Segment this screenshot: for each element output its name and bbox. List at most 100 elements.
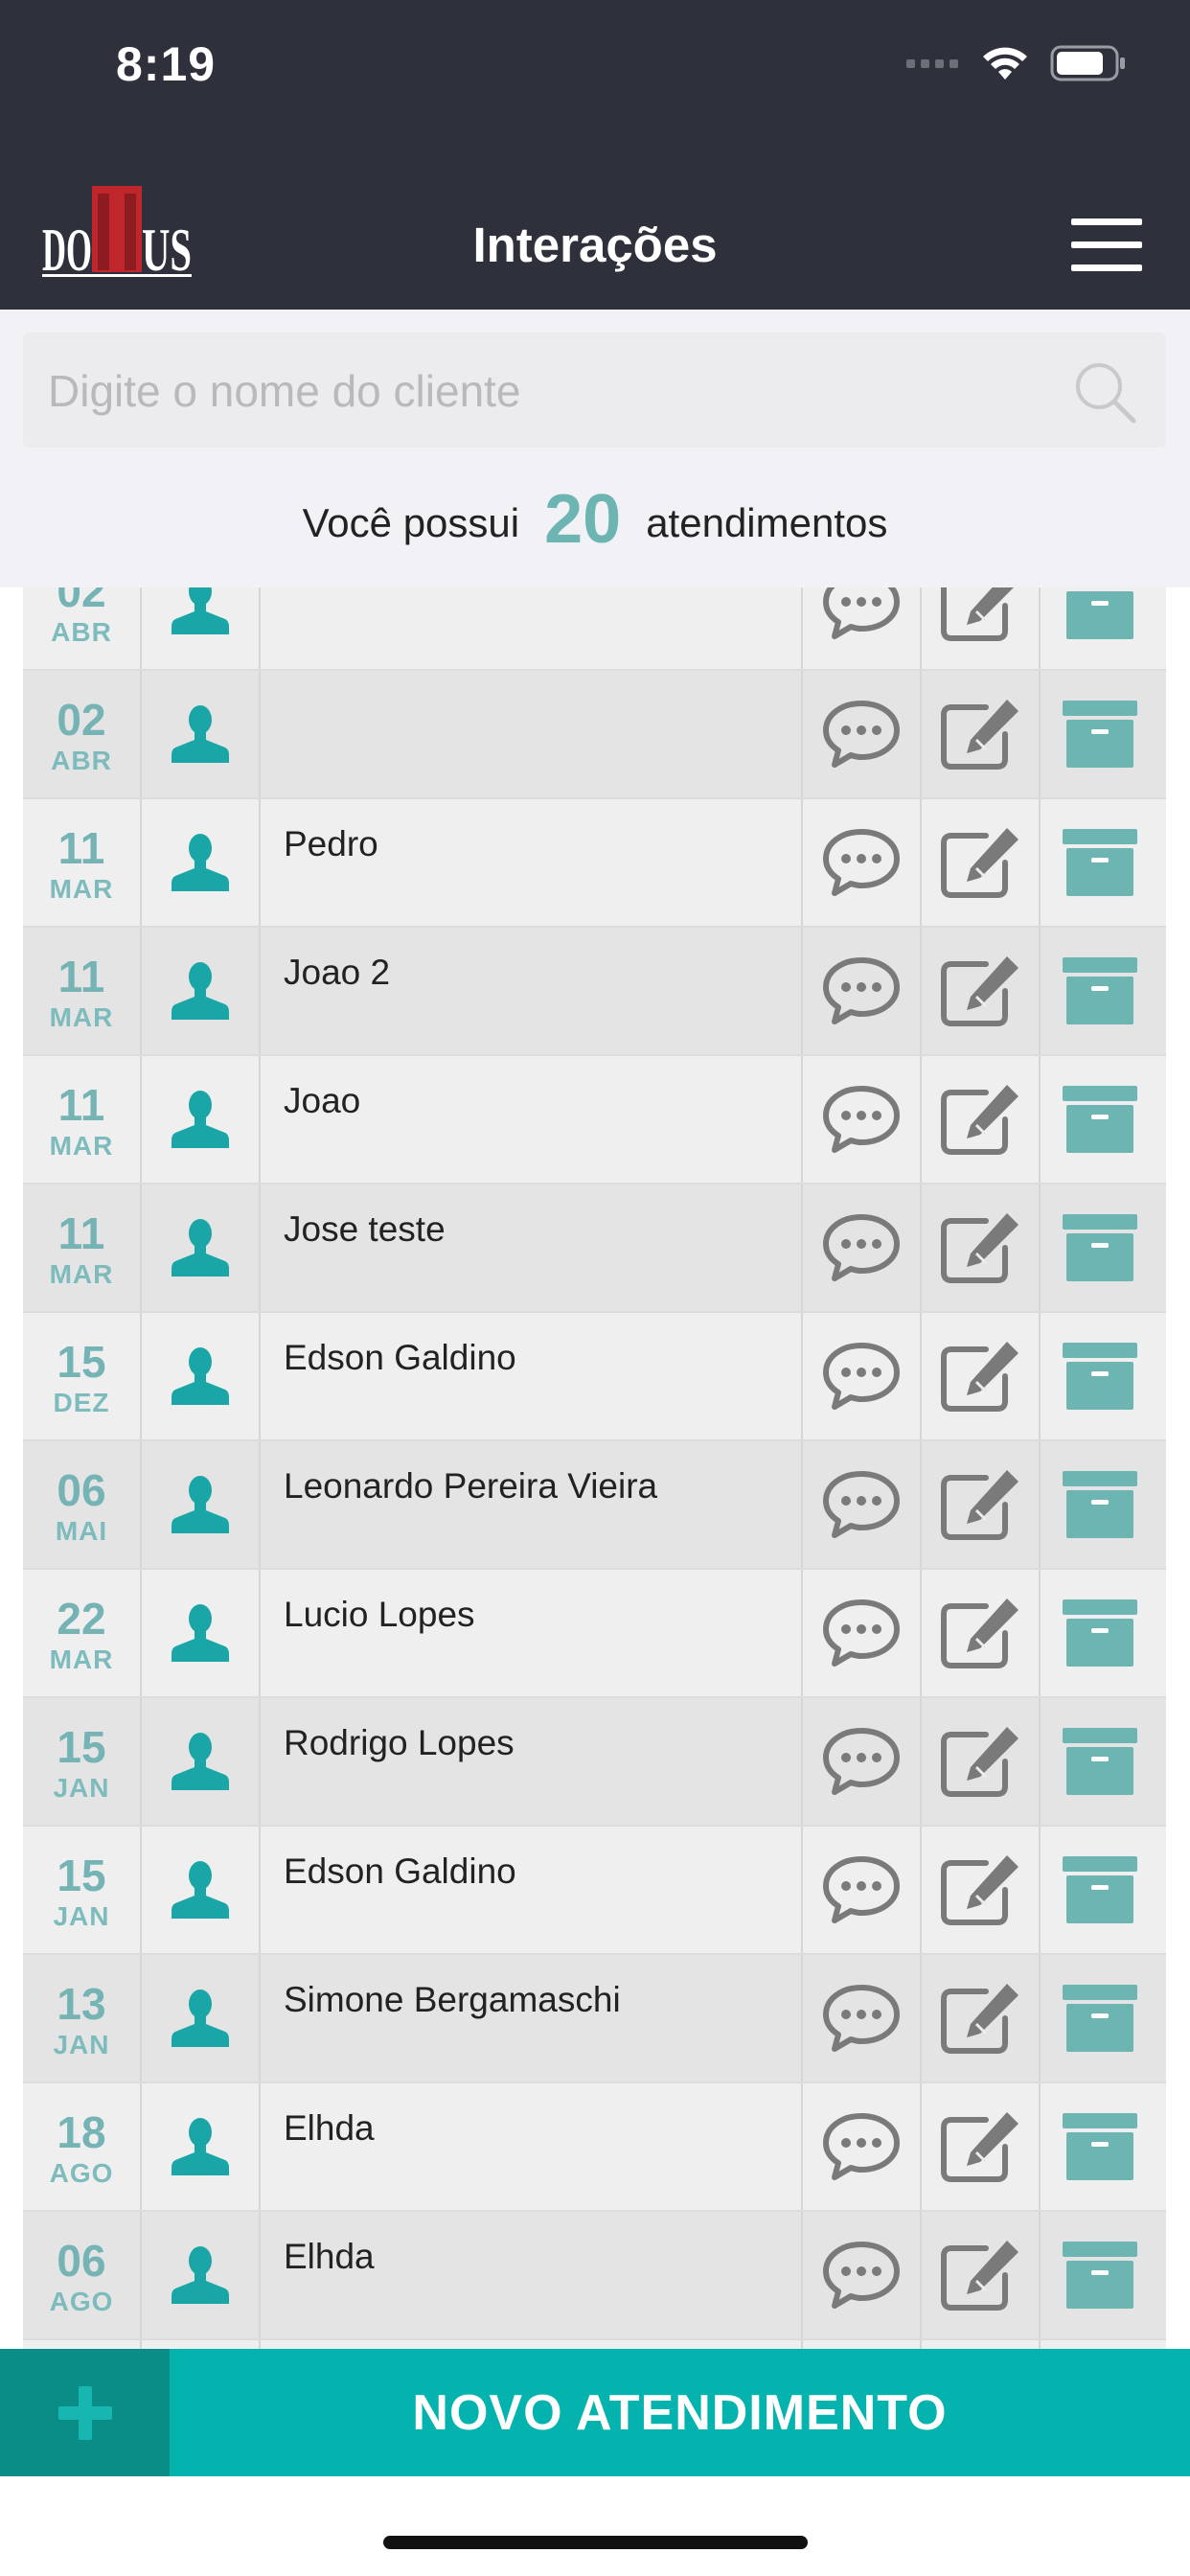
date-day: 11 — [57, 1080, 105, 1130]
edit-button[interactable] — [922, 1441, 1041, 1568]
list-item[interactable]: 11 MAR Joao 2 — [23, 928, 1166, 1056]
date-day: 15 — [57, 1337, 106, 1387]
edit-button[interactable] — [922, 1056, 1041, 1183]
client-name: Rodrigo Lopes — [284, 1723, 515, 1762]
list-item[interactable]: 15 DEZ Edson Galdino — [23, 1313, 1166, 1441]
archive-box-icon — [1063, 701, 1137, 768]
archive-button[interactable] — [1041, 1313, 1159, 1439]
appointments-count: 20 — [544, 481, 622, 558]
archive-button[interactable] — [1041, 1184, 1159, 1311]
list-item[interactable]: 13 JAN Simone Bergamaschi — [23, 1955, 1166, 2083]
chat-button[interactable] — [803, 1056, 922, 1183]
avatar-cell — [142, 928, 261, 1054]
add-button[interactable] — [0, 2349, 170, 2476]
chat-button[interactable] — [803, 1184, 922, 1311]
archive-button[interactable] — [1041, 1441, 1159, 1568]
appointments-list[interactable]: 02 ABR 02 ABR 11 MAR Pedro 11 MAR Joao 2… — [23, 587, 1166, 2349]
archive-button[interactable] — [1041, 1056, 1159, 1183]
chat-button[interactable] — [803, 799, 922, 926]
client-name-cell — [261, 2340, 803, 2349]
edit-button[interactable] — [922, 1698, 1041, 1825]
archive-button[interactable] — [1041, 2340, 1159, 2349]
date-month: MAR — [49, 1644, 114, 1674]
archive-button[interactable] — [1041, 1827, 1159, 1953]
archive-button[interactable] — [1041, 2083, 1159, 2210]
edit-button[interactable] — [922, 2083, 1041, 2210]
appointments-summary: Você possui 20 atendimentos — [0, 480, 1190, 559]
wifi-icon — [983, 47, 1027, 80]
list-item[interactable]: 11 MAR Joao — [23, 1056, 1166, 1184]
chat-button[interactable] — [803, 1570, 922, 1696]
chat-button[interactable] — [803, 1827, 922, 1953]
user-icon — [172, 1091, 229, 1148]
chat-button[interactable] — [803, 587, 922, 669]
chat-button[interactable] — [803, 928, 922, 1054]
archive-button[interactable] — [1041, 799, 1159, 926]
date-cell: 15 JAN — [23, 1698, 142, 1825]
chat-button[interactable] — [803, 671, 922, 797]
archive-button[interactable] — [1041, 1570, 1159, 1696]
chat-button[interactable] — [803, 1441, 922, 1568]
client-name: Joao — [284, 1081, 361, 1120]
edit-button[interactable] — [922, 799, 1041, 926]
date-cell: 02 ABR — [23, 587, 142, 669]
edit-button[interactable] — [922, 1827, 1041, 1953]
chat-bubble-icon — [823, 957, 900, 1024]
chat-button[interactable] — [803, 2212, 922, 2338]
list-item[interactable]: 06 MAI Leonardo Pereira Vieira — [23, 1441, 1166, 1570]
date-cell: 22 MAR — [23, 1570, 142, 1696]
archive-button[interactable] — [1041, 2212, 1159, 2338]
edit-button[interactable] — [922, 587, 1041, 669]
archive-box-icon — [1063, 2242, 1137, 2309]
list-item[interactable]: 02 ABR — [23, 671, 1166, 799]
client-name-cell — [261, 587, 803, 669]
edit-button[interactable] — [922, 1955, 1041, 2082]
edit-icon — [941, 1855, 1018, 1925]
chat-button[interactable] — [803, 2340, 922, 2349]
archive-button[interactable] — [1041, 1955, 1159, 2082]
list-item[interactable]: 02 ABR — [23, 587, 1166, 671]
edit-button[interactable] — [922, 671, 1041, 797]
edit-icon — [941, 1727, 1018, 1797]
search-icon[interactable] — [1070, 357, 1139, 426]
list-item[interactable]: 06 AGO Elhda — [23, 2212, 1166, 2340]
edit-button[interactable] — [922, 928, 1041, 1054]
list-item[interactable]: 11 MAR Jose teste — [23, 1184, 1166, 1313]
archive-box-icon — [1063, 1086, 1137, 1153]
edit-button[interactable] — [922, 1570, 1041, 1696]
user-icon — [172, 1604, 229, 1662]
chat-button[interactable] — [803, 2083, 922, 2210]
edit-button[interactable] — [922, 1184, 1041, 1311]
archive-button[interactable] — [1041, 1698, 1159, 1825]
edit-icon — [941, 956, 1018, 1026]
edit-icon — [941, 1085, 1018, 1155]
chat-button[interactable] — [803, 1698, 922, 1825]
edit-icon — [941, 1984, 1018, 2054]
edit-button[interactable] — [922, 2340, 1041, 2349]
date-cell — [23, 2340, 142, 2349]
list-item[interactable]: 22 MAR Lucio Lopes — [23, 1570, 1166, 1698]
user-icon — [172, 962, 229, 1020]
date-cell: 06 MAI — [23, 1441, 142, 1568]
user-icon — [172, 2246, 229, 2304]
list-item[interactable] — [23, 2340, 1166, 2349]
user-icon — [172, 834, 229, 891]
battery-icon — [1050, 45, 1125, 81]
edit-button[interactable] — [922, 1313, 1041, 1439]
list-item[interactable]: 11 MAR Pedro — [23, 799, 1166, 928]
chat-button[interactable] — [803, 1313, 922, 1439]
archive-button[interactable] — [1041, 671, 1159, 797]
hamburger-menu-button[interactable] — [1071, 218, 1142, 272]
list-item[interactable]: 15 JAN Rodrigo Lopes — [23, 1698, 1166, 1827]
edit-button[interactable] — [922, 2212, 1041, 2338]
chat-button[interactable] — [803, 1955, 922, 2082]
edit-icon — [941, 1213, 1018, 1283]
archive-button[interactable] — [1041, 928, 1159, 1054]
new-appointment-button[interactable]: NOVO ATENDIMENTO — [170, 2349, 1190, 2476]
list-item[interactable]: 15 JAN Edson Galdino — [23, 1827, 1166, 1955]
search-input[interactable] — [46, 333, 1056, 449]
client-name: Jose teste — [284, 1209, 446, 1249]
chat-bubble-icon — [823, 587, 900, 639]
archive-button[interactable] — [1041, 587, 1159, 669]
list-item[interactable]: 18 AGO Elhda — [23, 2083, 1166, 2212]
